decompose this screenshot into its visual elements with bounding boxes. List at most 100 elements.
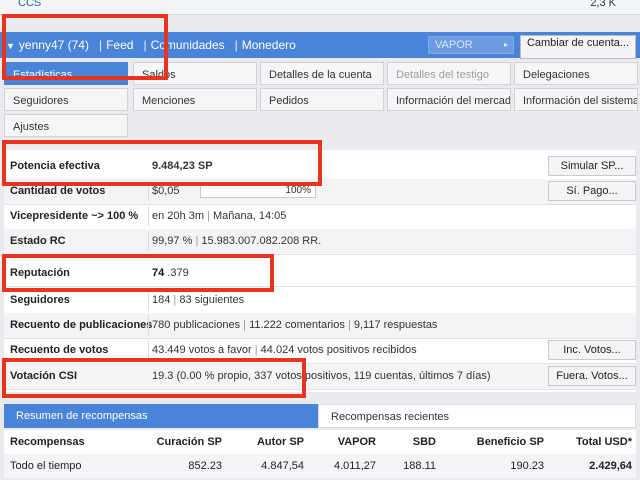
table-cell: 2.429,64 xyxy=(589,460,632,472)
votes-given: 43.449 votos a favor xyxy=(152,344,252,356)
csi-value: 19.3 (0.00 % propio, 337 votos positivos… xyxy=(152,370,491,382)
row-label: Vicepresidente ~> 100 % xyxy=(10,210,139,222)
tab-detalles-testigo: Detalles del testigo xyxy=(387,62,511,85)
caret-down-icon[interactable]: ▼ xyxy=(6,41,15,51)
reputation-value: 74 .379 xyxy=(152,267,189,279)
col-header: SBD xyxy=(412,436,436,448)
tab-delegaciones[interactable]: Delegaciones xyxy=(514,62,638,85)
tab-info-sistema[interactable]: Información del sistema xyxy=(514,88,638,111)
row-csi: Votación CSI 19.3 (0.00 % propio, 337 vo… xyxy=(4,364,636,390)
simulate-sp-button[interactable]: Simular SP... xyxy=(548,156,636,176)
divider: | xyxy=(243,319,246,331)
votes-value: 43.449 votos a favor | 44.024 votos posi… xyxy=(152,344,417,356)
divider: | xyxy=(173,294,177,306)
rc-amount: 15.983.007.082.208 RR. xyxy=(201,235,322,247)
row-reputation: Reputación 74 .379 xyxy=(4,261,636,287)
divider: | xyxy=(347,319,351,331)
col-header: VAPOR xyxy=(337,436,376,448)
tab-ajustes[interactable]: Ajustes xyxy=(4,114,128,137)
col-header: Total USD* xyxy=(575,436,632,448)
top-right-value: 2,3 K xyxy=(590,0,616,9)
tab-pedidos[interactable]: Pedidos xyxy=(260,88,384,111)
tab-rewards-summary[interactable]: Resumen de recompensas xyxy=(4,404,318,428)
account-link[interactable]: yenny47 (74) xyxy=(19,38,89,52)
nav-feed[interactable]: Feed xyxy=(106,38,133,52)
col-header: Beneficio SP xyxy=(476,436,544,448)
currency-select-value: VAPOR xyxy=(435,39,473,51)
posts-count: 780 publicaciones xyxy=(152,319,241,331)
vote-weight-slider[interactable]: 100% xyxy=(200,184,316,198)
row-label: Estado RC xyxy=(10,235,66,247)
divider: | xyxy=(207,210,210,222)
nav-monedero[interactable]: Monedero xyxy=(242,38,296,52)
csi-detail: (0.00 % propio, 337 votos positivos, 119… xyxy=(176,370,491,382)
tab-estadisticas[interactable]: Estadísticas xyxy=(4,62,128,85)
divider xyxy=(148,315,149,335)
row-label: Potencia efectiva xyxy=(10,160,100,172)
divider: | xyxy=(98,38,103,52)
divider xyxy=(148,340,149,360)
rewards-tabs: Resumen de recompensas Recompensas recie… xyxy=(4,404,636,428)
vp-time: Mañana, 14:05 xyxy=(212,210,287,222)
tab-recent-rewards[interactable]: Recompensas recientes xyxy=(318,404,636,428)
col-header: Autor SP xyxy=(256,436,304,448)
divider xyxy=(148,181,149,201)
stats-panel: Potencia efectiva 9.484,23 SP Simular SP… xyxy=(4,150,636,392)
reputation-decimal: .379 xyxy=(167,267,189,279)
row-label: Votación CSI xyxy=(10,370,78,382)
col-header: Recompensas xyxy=(10,436,85,448)
row-votes: Recuento de votos 43.449 votos a favor |… xyxy=(4,338,636,364)
row-vp: Vicepresidente ~> 100 % en 20h 3m | Maña… xyxy=(4,204,636,230)
vp-eta: en 20h 3m xyxy=(152,210,204,222)
comments-count: 11.222 comentarios xyxy=(249,319,345,331)
row-followers: Seguidores 184 | 83 siguientes xyxy=(4,288,636,314)
divider xyxy=(148,206,149,226)
row-effective-power: Potencia efectiva 9.484,23 SP Simular SP… xyxy=(4,154,636,180)
payout-button[interactable]: Sí. Pago... xyxy=(548,181,636,201)
table-cell: 852.23 xyxy=(188,460,222,472)
account-navbar: ▼ yenny47 (74) | Feed | Comunidades | Monedero … xyxy=(0,32,640,59)
divider: | xyxy=(234,38,238,52)
posts-value: 780 publicaciones | 11.222 comentarios |… xyxy=(152,319,437,331)
row-label: Recuento de publicaciones xyxy=(10,319,153,331)
outgoing-votes-button[interactable]: Fuera. Votos... xyxy=(548,366,636,386)
tab-saldos[interactable]: Saldos xyxy=(133,62,257,85)
csi-score: 19.3 xyxy=(152,370,174,382)
effective-power-value: 9.484,23 SP xyxy=(152,160,213,172)
table-cell: 4.847,54 xyxy=(261,460,304,472)
currency-select[interactable]: VAPOR ▸ xyxy=(428,36,514,54)
row-label: Cantidad de votos xyxy=(10,185,106,197)
followers-count: 184 xyxy=(152,294,171,306)
row-label: Recuento de votos xyxy=(10,344,109,356)
row-vote-amount: Cantidad de votos $0,05 100% Sí. Pago... xyxy=(4,179,636,205)
tab-menciones[interactable]: Menciones xyxy=(133,88,257,111)
table-cell: Todo el tiempo xyxy=(10,460,82,472)
incoming-votes-button[interactable]: Inc. Votos... xyxy=(548,340,636,360)
top-left-label: CCS xyxy=(18,0,42,9)
replies-count: 9,117 respuestas xyxy=(353,319,438,331)
table-cell: 4.011,27 xyxy=(333,460,376,472)
divider: | xyxy=(195,235,199,247)
table-row: Todo el tiempo 852.23 4.847,54 4.011,27 … xyxy=(4,454,636,478)
votes-received: 44.024 votos positivos recibidos xyxy=(260,344,417,356)
nav-comunidades[interactable]: Comunidades xyxy=(151,38,225,52)
table-cell: 188.11 xyxy=(403,460,436,472)
row-label: Seguidores xyxy=(10,294,70,306)
followers-value: 184 | 83 siguientes xyxy=(152,294,244,306)
change-account-button[interactable]: Cambiar de cuenta... xyxy=(520,35,636,59)
vp-value: en 20h 3m | Mañana, 14:05 xyxy=(152,210,286,222)
following-count: 83 siguientes xyxy=(179,294,245,306)
divider xyxy=(148,290,149,310)
vote-weight-percent: 100% xyxy=(285,185,311,196)
reputation-main: 74 xyxy=(152,267,165,279)
rc-value: 99,97 % | 15.983.007.082.208 RR. xyxy=(152,235,321,247)
tab-detalles-cuenta[interactable]: Detalles de la cuenta xyxy=(260,62,384,85)
chevron-down-icon: ▸ xyxy=(503,40,508,49)
col-header: Curación SP xyxy=(156,436,222,448)
tab-info-mercado[interactable]: Información del mercado xyxy=(387,88,511,111)
divider xyxy=(148,231,149,251)
tab-seguidores[interactable]: Seguidores xyxy=(4,88,128,111)
row-rc: Estado RC 99,97 % | 15.983.007.082.208 R… xyxy=(4,229,636,255)
rc-percent: 99,97 % xyxy=(152,235,193,247)
row-label: Reputación xyxy=(10,267,70,279)
